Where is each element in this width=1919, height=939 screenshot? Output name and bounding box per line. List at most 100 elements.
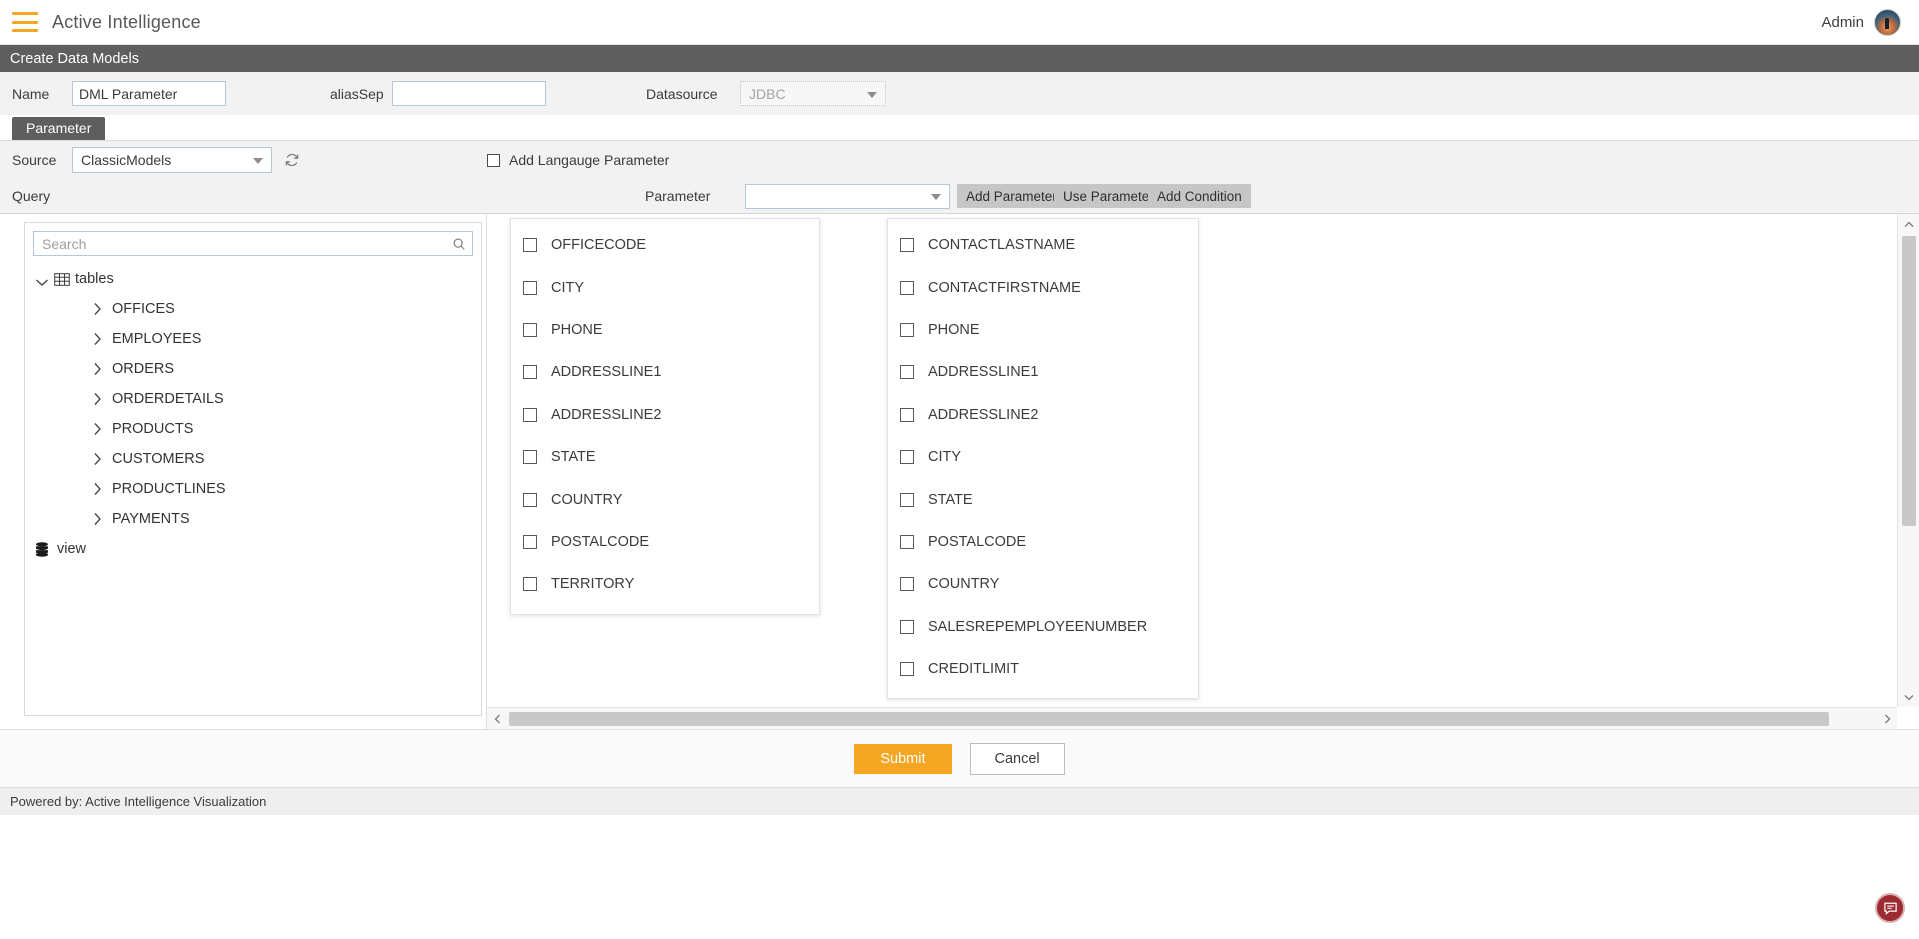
chat-bubble-icon[interactable] xyxy=(1875,893,1905,923)
tree-item-orders[interactable]: ORDERS xyxy=(29,354,481,384)
field-checkbox[interactable] xyxy=(523,577,537,592)
field-checkbox[interactable] xyxy=(900,450,914,465)
field-row[interactable]: COUNTRY xyxy=(511,478,819,520)
field-checkbox[interactable] xyxy=(523,365,537,380)
field-checkbox[interactable] xyxy=(900,534,914,549)
tree-node-view[interactable]: view xyxy=(29,534,481,564)
tree-item-offices[interactable]: OFFICES xyxy=(29,294,481,324)
admin-label[interactable]: Admin xyxy=(1821,14,1864,31)
chevron-right-icon[interactable] xyxy=(93,482,102,496)
field-checkbox[interactable] xyxy=(900,619,914,634)
hamburger-menu-icon[interactable] xyxy=(12,12,38,32)
field-checkbox[interactable] xyxy=(523,322,537,337)
field-checkbox[interactable] xyxy=(900,577,914,592)
tree-item-label: PRODUCTLINES xyxy=(112,481,226,497)
refresh-icon[interactable] xyxy=(284,152,300,168)
field-label: POSTALCODE xyxy=(928,533,1027,550)
datasource-select[interactable]: JDBC xyxy=(740,81,886,106)
tree-item-orderdetails[interactable]: ORDERDETAILS xyxy=(29,384,481,414)
field-row[interactable]: CONTACTFIRSTNAME xyxy=(888,266,1198,308)
source-row: Source ClassicModels Add Langauge Parame… xyxy=(0,141,1919,179)
field-row[interactable]: ADDRESSLINE2 xyxy=(888,394,1198,436)
vertical-scrollbar[interactable] xyxy=(1897,214,1919,707)
action-bar: Submit Cancel xyxy=(0,729,1919,787)
add-parameter-button[interactable]: Add Parameter xyxy=(957,184,1066,208)
field-row[interactable]: POSTALCODE xyxy=(888,521,1198,563)
search-icon[interactable] xyxy=(452,237,466,251)
chevron-right-icon[interactable] xyxy=(93,422,102,436)
tree-item-employees[interactable]: EMPLOYEES xyxy=(29,324,481,354)
field-checkbox[interactable] xyxy=(900,280,914,295)
field-row[interactable]: STATE xyxy=(511,436,819,478)
field-row[interactable]: ADDRESSLINE1 xyxy=(511,351,819,393)
field-checkbox[interactable] xyxy=(900,238,914,253)
chevron-right-icon[interactable] xyxy=(93,452,102,466)
add-language-parameter-checkbox[interactable]: Add Langauge Parameter xyxy=(487,152,669,168)
field-row[interactable]: SALESREPEMPLOYEENUMBER xyxy=(888,606,1198,648)
tree-item-products[interactable]: PRODUCTS xyxy=(29,414,481,444)
field-checkbox[interactable] xyxy=(523,238,537,253)
field-checkbox[interactable] xyxy=(900,365,914,380)
field-label: CITY xyxy=(928,449,962,466)
field-checkbox[interactable] xyxy=(523,407,537,422)
field-row[interactable]: TERRITORY xyxy=(511,563,819,605)
user-avatar[interactable] xyxy=(1874,8,1901,36)
field-row[interactable]: ADDRESSLINE1 xyxy=(888,351,1198,393)
tree-item-payments[interactable]: PAYMENTS xyxy=(29,504,481,534)
horizontal-scrollbar[interactable] xyxy=(487,707,1897,729)
field-checkbox[interactable] xyxy=(523,534,537,549)
chevron-right-icon[interactable] xyxy=(93,302,102,316)
field-row[interactable]: POSTALCODE xyxy=(511,521,819,563)
add-condition-button[interactable]: Add Condition xyxy=(1148,184,1251,208)
field-checkbox[interactable] xyxy=(900,662,914,677)
search-input[interactable] xyxy=(40,234,452,253)
field-row[interactable]: CITY xyxy=(511,266,819,308)
name-input[interactable] xyxy=(72,81,226,106)
field-label: STATE xyxy=(928,491,973,508)
field-checkbox[interactable] xyxy=(900,492,914,507)
tree-item-label: PRODUCTS xyxy=(112,421,194,437)
field-checkbox[interactable] xyxy=(523,450,537,465)
field-row[interactable]: PHONE xyxy=(511,309,819,351)
tree-search[interactable] xyxy=(33,231,473,256)
tree-item-customers[interactable]: CUSTOMERS xyxy=(29,444,481,474)
model-canvas[interactable]: OFFICECODE CITY PHONE ADDRESSLINE1 ADDRE… xyxy=(487,214,1897,707)
field-row[interactable]: CONTACTLASTNAME xyxy=(888,224,1198,266)
chevron-right-icon[interactable] xyxy=(93,512,102,526)
top-bar: Active Intelligence Admin xyxy=(0,0,1919,45)
tree-list: tables OFFICES EMPLOYEES ORDERS ORDERDET… xyxy=(25,256,481,564)
query-label: Query xyxy=(12,188,51,204)
chevron-right-icon[interactable] xyxy=(93,332,102,346)
alias-sep-input[interactable] xyxy=(392,81,546,106)
parameter-select[interactable] xyxy=(745,183,950,209)
field-row[interactable]: PHONE xyxy=(888,309,1198,351)
field-checkbox[interactable] xyxy=(523,492,537,507)
field-row[interactable]: CREDITLIMIT xyxy=(888,648,1198,690)
tree-item-label: OFFICES xyxy=(112,301,175,317)
scroll-left-arrow-icon[interactable] xyxy=(487,708,507,730)
field-checkbox[interactable] xyxy=(523,280,537,295)
field-row[interactable]: CITY xyxy=(888,436,1198,478)
field-label: CONTACTFIRSTNAME xyxy=(928,279,1081,296)
field-checkbox[interactable] xyxy=(900,407,914,422)
chevron-down-icon[interactable] xyxy=(35,275,49,286)
use-parameter-button[interactable]: Use Parameter xyxy=(1054,184,1163,208)
tree-node-tables[interactable]: tables xyxy=(29,264,481,294)
scroll-right-arrow-icon[interactable] xyxy=(1877,708,1897,730)
source-select[interactable]: ClassicModels xyxy=(72,147,272,173)
chevron-right-icon[interactable] xyxy=(93,392,102,406)
vertical-scroll-thumb[interactable] xyxy=(1902,236,1916,526)
horizontal-scroll-thumb[interactable] xyxy=(509,712,1829,726)
field-checkbox[interactable] xyxy=(900,322,914,337)
field-row[interactable]: OFFICECODE xyxy=(511,224,819,266)
tab-parameter[interactable]: Parameter xyxy=(12,117,106,140)
submit-button[interactable]: Submit xyxy=(854,743,952,774)
tree-item-productlines[interactable]: PRODUCTLINES xyxy=(29,474,481,504)
field-row[interactable]: STATE xyxy=(888,478,1198,520)
scroll-up-arrow-icon[interactable] xyxy=(1898,214,1919,234)
cancel-button[interactable]: Cancel xyxy=(969,742,1065,775)
chevron-right-icon[interactable] xyxy=(93,362,102,376)
field-row[interactable]: COUNTRY xyxy=(888,563,1198,605)
scroll-down-arrow-icon[interactable] xyxy=(1898,687,1919,707)
field-row[interactable]: ADDRESSLINE2 xyxy=(511,394,819,436)
